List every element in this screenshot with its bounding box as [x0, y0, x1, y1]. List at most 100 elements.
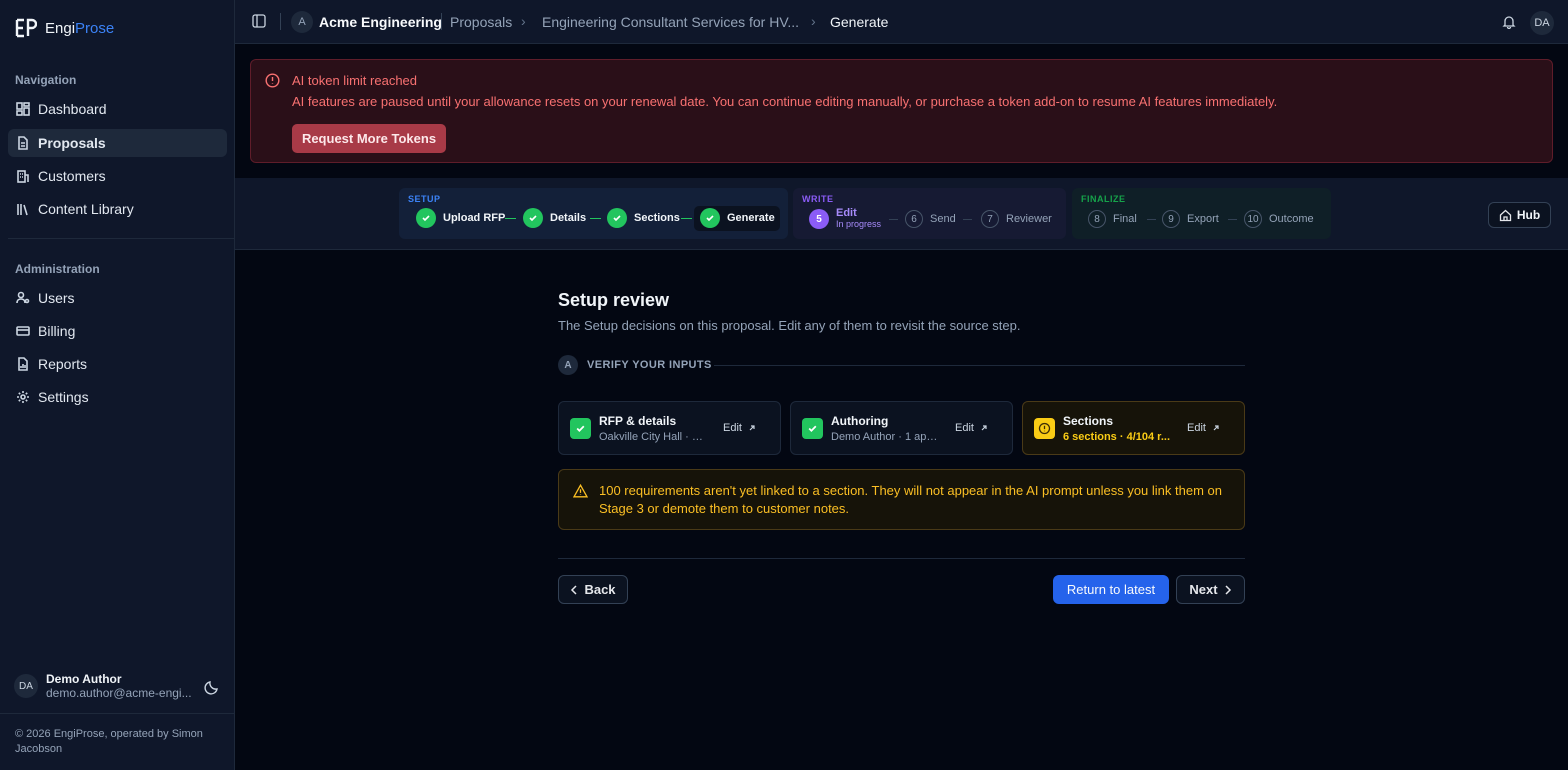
alert-circle-icon: [1034, 418, 1055, 439]
check-icon: [700, 208, 720, 228]
warning-triangle-icon: [573, 484, 588, 498]
avatar: DA: [14, 674, 38, 698]
user-email: demo.author@acme-engi...: [46, 686, 192, 700]
user-profile[interactable]: DA Demo Author demo.author@acme-engi...: [14, 672, 224, 700]
group-label: SETUP: [408, 194, 441, 204]
copyright: © 2026 EngiProse, operated by Simon Jaco…: [15, 728, 203, 755]
edit-authoring-button[interactable]: Edit: [955, 422, 988, 434]
sidebar-item-proposals[interactable]: Proposals: [8, 129, 227, 157]
edit-sections-button[interactable]: Edit: [1187, 422, 1220, 434]
edit-label: Edit: [1187, 422, 1206, 434]
sidebar-item-reports[interactable]: Reports: [8, 350, 227, 378]
org-switcher[interactable]: Acme Engineering: [319, 14, 442, 30]
request-tokens-button[interactable]: Request More Tokens: [292, 124, 446, 153]
external-arrow-icon: [981, 425, 987, 431]
breadcrumb-proposals[interactable]: Proposals: [450, 14, 512, 30]
topbar-divider: [280, 13, 281, 30]
step-export[interactable]: 9 Export: [1162, 210, 1219, 228]
group-label: FINALIZE: [1081, 194, 1126, 204]
breadcrumb-proposal[interactable]: Engineering Consultant Services for HV..…: [542, 14, 799, 30]
step-final[interactable]: 8 Final: [1088, 210, 1137, 228]
hub-button[interactable]: Hub: [1488, 202, 1551, 228]
step-label: Details: [550, 212, 587, 224]
app-name: EngiProse: [45, 20, 114, 37]
step-number: 9: [1162, 210, 1180, 228]
gear-icon: [17, 391, 29, 403]
footer-divider: [558, 558, 1245, 559]
step-sections[interactable]: Sections: [607, 208, 680, 228]
sidebar-item-customers[interactable]: Customers: [8, 162, 227, 190]
admin-heading: Administration: [15, 262, 100, 276]
nav-heading: Navigation: [15, 73, 77, 87]
step-connector: [1228, 219, 1237, 220]
external-arrow-icon: [749, 425, 755, 431]
back-label: Back: [584, 582, 616, 597]
step-label: Final: [1113, 213, 1137, 225]
sidebar-item-billing[interactable]: Billing: [8, 317, 227, 345]
credit-card-icon: [16, 326, 30, 336]
step-connector: [1147, 219, 1156, 220]
stepper-group-finalize: FINALIZE 8 Final 9 Export 10 Outcome: [1072, 188, 1331, 239]
hub-label: Hub: [1516, 208, 1541, 222]
sidebar-item-settings[interactable]: Settings: [8, 383, 227, 411]
warning-text: 100 requirements aren't yet linked to a …: [599, 483, 1222, 516]
sidebar-toggle-icon[interactable]: [252, 14, 266, 28]
sidebar: EngiProse Navigation Dashboard Proposals…: [0, 0, 235, 770]
sidebar-item-content-library[interactable]: Content Library: [8, 195, 227, 223]
step-send[interactable]: 6 Send: [905, 210, 956, 228]
card-sections: Sections 6 sections · 4/104 r... Edit: [1022, 401, 1245, 455]
step-upload-rfp[interactable]: Upload RFP: [416, 208, 505, 228]
app-logo[interactable]: EngiProse: [15, 18, 114, 38]
step-outcome[interactable]: 10 Outcome: [1244, 210, 1314, 228]
step-connector: [505, 218, 516, 219]
user-avatar-button[interactable]: DA: [1530, 11, 1554, 35]
unlinked-requirements-warning: 100 requirements aren't yet linked to a …: [558, 469, 1245, 530]
section-divider: [714, 365, 1245, 366]
logo-prefix: Engi: [45, 19, 76, 37]
step-number: 5: [809, 209, 829, 229]
check-icon: [607, 208, 627, 228]
step-details[interactable]: Details: [523, 208, 586, 228]
section-badge: A: [558, 355, 578, 375]
edit-rfp-details-button[interactable]: Edit: [723, 422, 756, 434]
home-icon: [1499, 209, 1511, 221]
chevron-left-icon: [571, 584, 577, 595]
section-label: VERIFY YOUR INPUTS: [587, 359, 712, 371]
edit-label: Edit: [723, 422, 742, 434]
sidebar-item-label: Content Library: [38, 201, 134, 217]
user-name: Demo Author: [46, 672, 122, 686]
sidebar-item-label: Settings: [38, 389, 89, 405]
next-button[interactable]: Next: [1176, 575, 1245, 604]
sidebar-item-label: Dashboard: [38, 101, 107, 117]
step-label: Outcome: [1269, 213, 1314, 225]
card-subtitle: Oakville City Hall · D...: [599, 431, 709, 443]
check-icon: [416, 208, 436, 228]
step-connector: [889, 219, 898, 220]
step-reviewer[interactable]: 7 Reviewer: [981, 210, 1052, 228]
back-button[interactable]: Back: [558, 575, 628, 604]
step-generate[interactable]: Generate: [700, 208, 775, 228]
stepper-group-write: WRITE 5 Edit In progress 6 Send 7 Review…: [793, 188, 1066, 239]
sidebar-item-dashboard[interactable]: Dashboard: [8, 95, 227, 123]
document-icon: [18, 136, 28, 150]
step-edit[interactable]: 5 Edit In progress: [809, 208, 881, 230]
topbar-divider: [441, 13, 442, 30]
logo-suffix: Prose: [75, 19, 115, 37]
check-icon: [523, 208, 543, 228]
moon-icon[interactable]: [204, 679, 220, 695]
step-label: Upload RFP: [443, 212, 506, 224]
bell-icon[interactable]: [1502, 14, 1516, 29]
step-connector: [590, 218, 601, 219]
chevron-right-icon: ›: [521, 13, 526, 29]
logo-mark-icon: [15, 18, 37, 38]
card-rfp-details: RFP & details Oakville City Hall · D... …: [558, 401, 781, 455]
step-label: Send: [930, 213, 956, 225]
card-subtitle: Demo Author · 1 app...: [831, 431, 941, 443]
step-connector: [963, 219, 972, 220]
return-to-latest-button[interactable]: Return to latest: [1053, 575, 1169, 604]
nav-divider: [8, 238, 235, 239]
topbar: A Acme Engineering Proposals › Engineeri…: [235, 0, 1568, 44]
org-avatar: A: [291, 11, 313, 33]
card-subtitle: 6 sections · 4/104 r...: [1063, 431, 1171, 443]
sidebar-item-users[interactable]: Users: [8, 284, 227, 312]
